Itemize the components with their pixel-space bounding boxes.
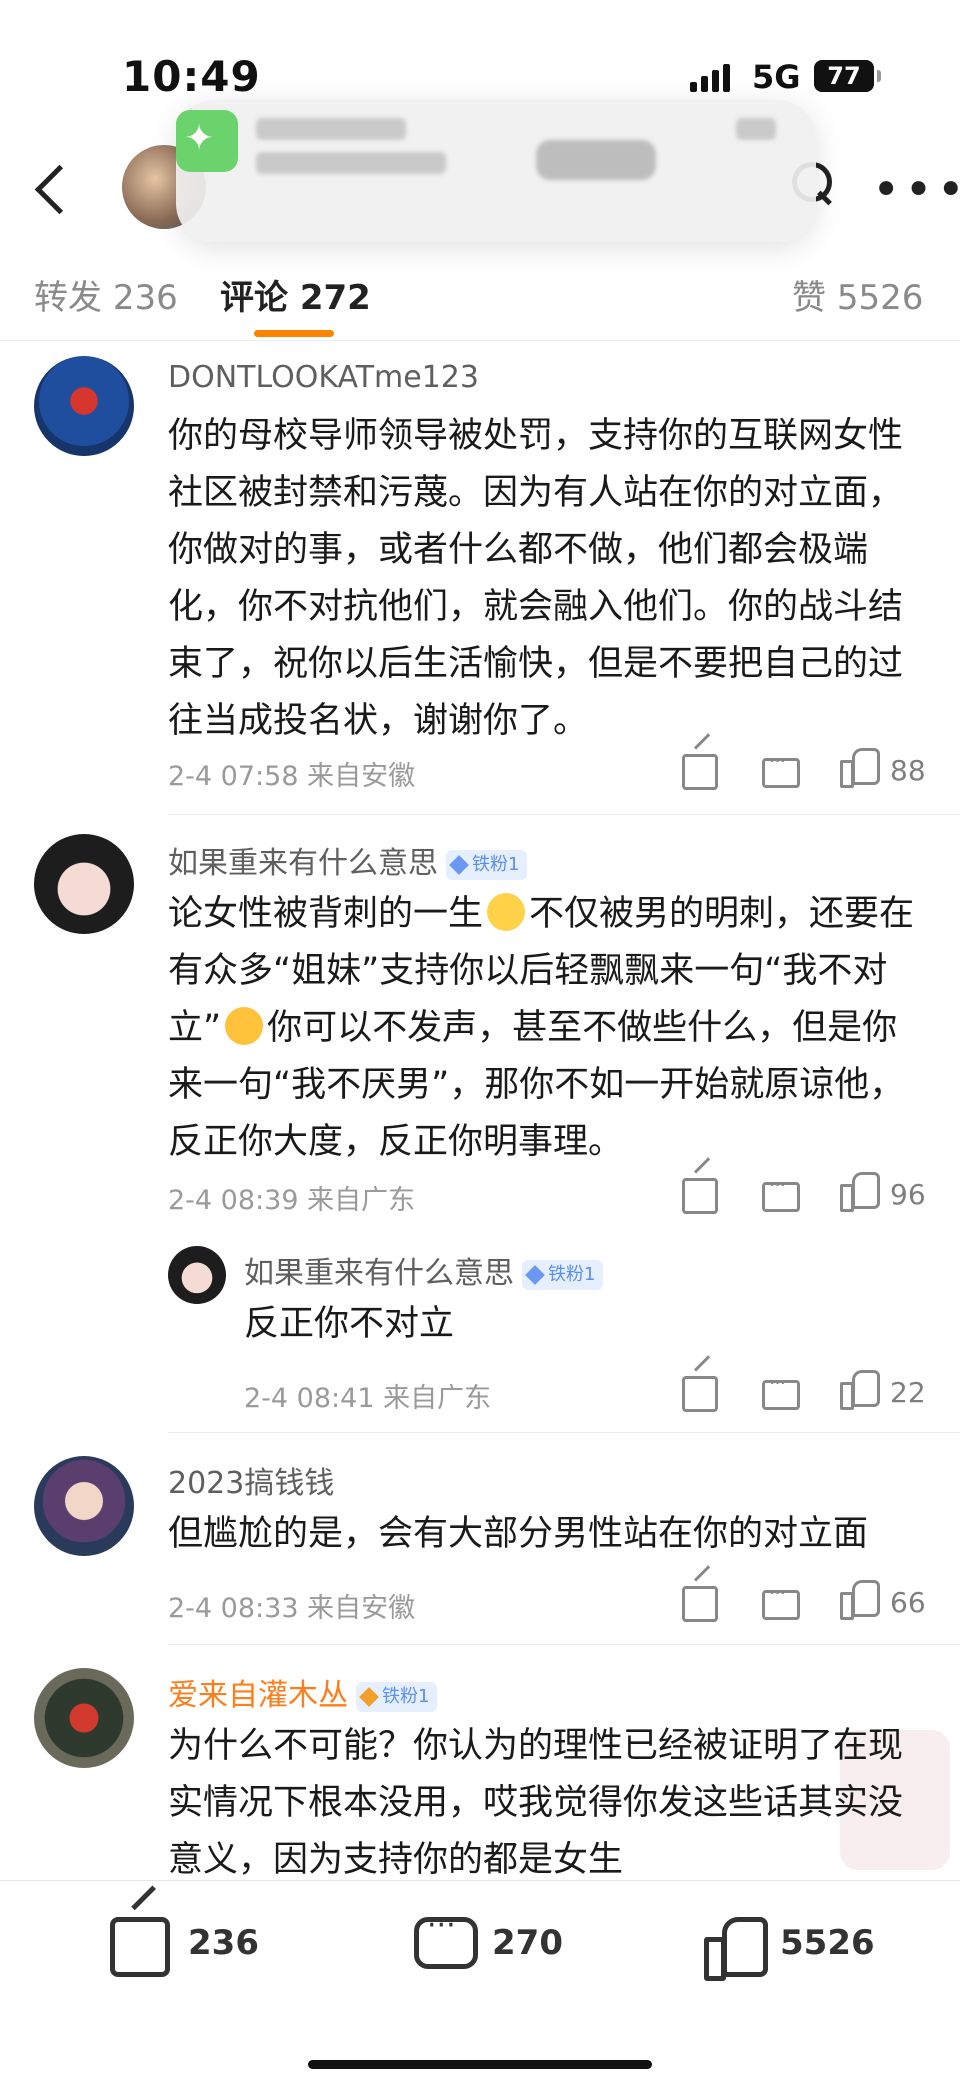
comment-text: 论女性被背刺的一生 不仅被男的明刺，还要在有众多“姐妹”支持你以后轻飘飘来一句“我…: [168, 893, 915, 1162]
divider: [168, 814, 960, 815]
tab-likes[interactable]: 赞 5526: [792, 270, 923, 319]
comment-meta: 2-4 08:33 来自安徽: [168, 1593, 416, 1624]
home-indicator: [308, 2060, 652, 2069]
repost-button[interactable]: 236: [110, 1881, 270, 2011]
avatar[interactable]: [34, 356, 134, 456]
tab-comments[interactable]: 评论 272: [220, 270, 371, 319]
reply-icon[interactable]: [762, 1581, 800, 1620]
like-count: 66: [890, 1586, 926, 1619]
fan-badge: 铁粉1: [446, 849, 528, 880]
like-count: 88: [890, 754, 926, 787]
comment-text: 但尴尬的是，会有大部分男性站在你的对立面: [168, 1514, 869, 1554]
fan-badge: 铁粉1: [522, 1259, 604, 1290]
avatar[interactable]: [34, 834, 134, 934]
status-time: 10:49: [122, 52, 261, 101]
like-icon: [704, 1917, 768, 1981]
comment-meta: 2-4 07:58 来自安徽: [168, 761, 416, 792]
like-icon[interactable]: [840, 1370, 880, 1410]
more-icon[interactable]: •••: [872, 166, 960, 214]
repost-icon: [110, 1917, 170, 1977]
divider: [168, 1644, 960, 1645]
avatar[interactable]: [34, 1668, 134, 1768]
avatar[interactable]: [34, 1456, 134, 1556]
comment-meta: 2-4 08:39 来自广东: [168, 1185, 416, 1216]
reply-icon[interactable]: [762, 1371, 800, 1410]
emoji-icon: [487, 893, 526, 931]
repost-count: 236: [188, 1923, 259, 1963]
comment-text: 你的母校导师领导被处罚，支持你的互联网女性社区被封禁和污蔑。因为有人站在你的对立…: [168, 416, 904, 741]
like-icon[interactable]: [840, 748, 880, 788]
fan-badge: 铁粉1: [356, 1681, 438, 1712]
tab-reposts[interactable]: 转发 236: [34, 270, 178, 319]
signal-icon: [690, 64, 734, 92]
network-label: 5G: [752, 58, 801, 96]
reply-username[interactable]: 如果重来有什么意思 铁粉1: [244, 1248, 604, 1292]
repost-icon[interactable]: [682, 1376, 718, 1412]
like-button[interactable]: 5526: [704, 1881, 884, 2011]
comment-username[interactable]: DONTLOOKATme123: [168, 360, 479, 395]
battery-icon: 77: [814, 60, 881, 92]
reply-meta: 2-4 08:41 来自广东: [244, 1383, 492, 1414]
like-count: 5526: [780, 1923, 875, 1963]
comment-icon: [414, 1908, 478, 1969]
reply-icon[interactable]: [762, 749, 800, 788]
like-count: 96: [890, 1178, 926, 1211]
comment-text: 为什么不可能？你认为的理性已经被证明了在现实情况下根本没用，哎我觉得你发这些话其…: [168, 1726, 904, 1878]
like-icon[interactable]: [840, 1172, 880, 1212]
comment-username[interactable]: 2023搞钱钱: [168, 1458, 334, 1502]
like-count: 22: [890, 1376, 926, 1409]
reply-icon[interactable]: [762, 1173, 800, 1212]
comment-username[interactable]: 如果重来有什么意思 铁粉1: [168, 838, 528, 882]
comment-button[interactable]: 270: [414, 1881, 574, 2011]
comment-username[interactable]: 爱来自灌木丛 铁粉1: [168, 1670, 438, 1714]
back-button[interactable]: [26, 160, 76, 216]
reply-avatar[interactable]: [168, 1246, 226, 1304]
wechat-icon: ✦: [176, 110, 238, 172]
bottom-action-bar: 236 270 5526: [0, 1880, 960, 2088]
repost-icon[interactable]: [682, 754, 718, 790]
tab-bar: 转发 236 评论 272 赞 5526: [0, 240, 960, 341]
comment-count: 270: [492, 1923, 563, 1963]
repost-icon[interactable]: [682, 1586, 718, 1622]
reply-text: 反正你不对立: [244, 1304, 455, 1344]
repost-icon[interactable]: [682, 1178, 718, 1214]
active-tab-indicator: [254, 330, 334, 337]
notification-banner[interactable]: ✦: [176, 100, 816, 242]
like-icon[interactable]: [840, 1580, 880, 1620]
crying-emoji-icon: [225, 1007, 264, 1045]
divider: [168, 1432, 960, 1433]
